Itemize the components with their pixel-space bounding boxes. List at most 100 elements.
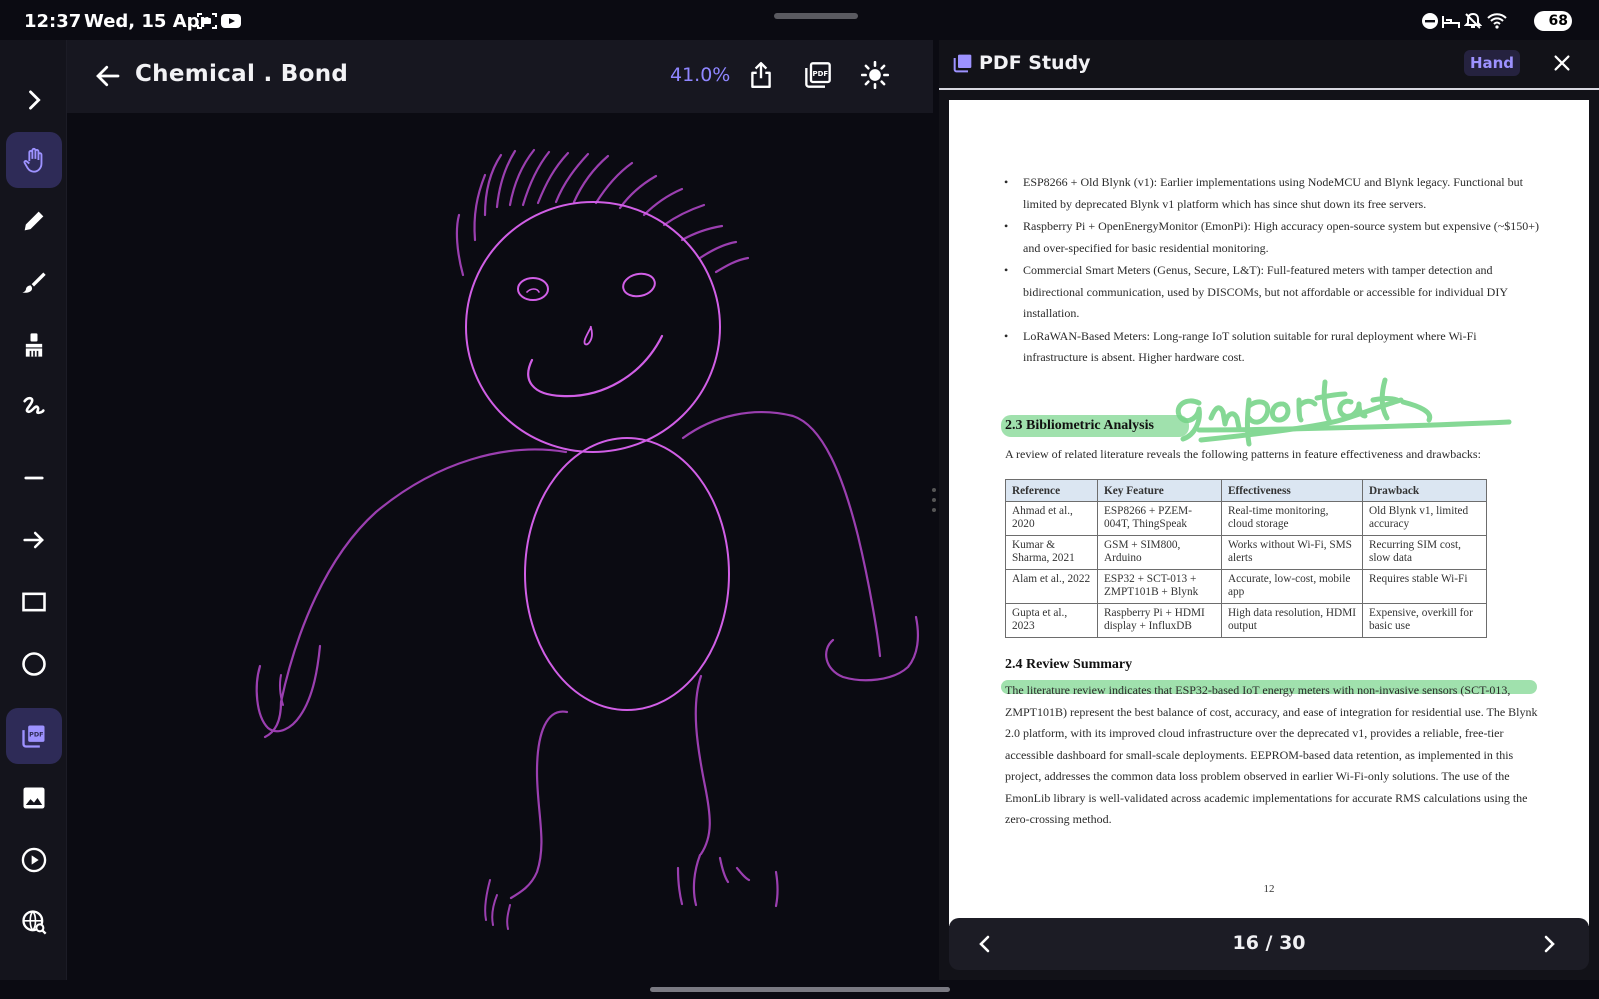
table-cell: Accurate, low-cost, mobile app: [1221, 569, 1363, 604]
arrow-tool-button[interactable]: [6, 512, 62, 568]
status-time: 12:37: [24, 11, 82, 32]
export-pdf-button[interactable]: PDF: [801, 58, 835, 92]
zoom-level[interactable]: 41.0%: [670, 64, 730, 86]
hand-icon: [23, 147, 43, 173]
sun-icon: [861, 61, 889, 89]
pdf-tool-button[interactable]: PDF: [6, 708, 62, 764]
share-icon: [751, 61, 771, 89]
table-cell: Old Blynk v1, limited accuracy: [1362, 501, 1487, 536]
chevron-right-icon[interactable]: [1537, 932, 1561, 956]
line-icon: [24, 476, 44, 480]
eraser-tool-button[interactable]: [6, 317, 62, 373]
brush-tool-button[interactable]: [6, 255, 62, 311]
table-row: Kumar & Sharma, 2021 GSM + SIM800, Ardui…: [1005, 535, 1487, 570]
rectangle-icon: [22, 592, 46, 612]
brush-icon: [22, 272, 46, 293]
scribble-icon: [23, 396, 45, 415]
pen-tool-button[interactable]: [6, 193, 62, 249]
table-cell: Recurring SIM cost, slow data: [1362, 535, 1487, 570]
page-navigation: 16 / 30: [949, 918, 1589, 970]
theme-toggle-button[interactable]: [858, 58, 892, 92]
table-cell: High data resolution, HDMI output: [1221, 603, 1363, 638]
bullet-item: LoRaWAN-Based Meters: Long-range IoT sol…: [1004, 326, 1543, 369]
bullet-item: ESP8266 + Old Blynk (v1): Earlier implem…: [1004, 172, 1543, 215]
circle-icon: [22, 652, 46, 676]
hand-tool-button[interactable]: [6, 132, 62, 188]
summary-paragraph: The literature review indicates that ESP…: [1005, 683, 1538, 826]
pdf-study-panel: PDF Study Hand ESP8266 + Old Blynk (v1):…: [939, 40, 1599, 980]
section-intro: A review of related literature reveals t…: [1005, 447, 1481, 461]
battery-level: 68: [1548, 13, 1568, 29]
multitask-handle[interactable]: [774, 13, 858, 19]
pdf-export-icon: PDF: [805, 62, 831, 88]
image-icon: [23, 787, 45, 809]
home-indicator[interactable]: [650, 987, 950, 992]
column-header: Key Feature: [1097, 479, 1222, 502]
share-button[interactable]: [744, 58, 778, 92]
youtube-icon: [221, 14, 241, 28]
mode-chip[interactable]: Hand: [1464, 50, 1520, 76]
table-cell: Raspberry Pi + HDMI display + InfluxDB: [1097, 603, 1222, 638]
wifi-icon: [1487, 13, 1507, 29]
page-counter: 16 / 30: [1232, 932, 1306, 954]
table-cell: ESP32 + SCT-013 + ZMPT101B + Blynk: [1097, 569, 1222, 604]
page-number: 12: [1263, 883, 1275, 895]
table-cell: GSM + SIM800, Arduino: [1097, 535, 1222, 570]
arrow-right-icon: [23, 531, 44, 549]
close-icon[interactable]: [1551, 52, 1573, 74]
panel-header: PDF Study Hand: [939, 40, 1599, 90]
table-row: Gupta et al., 2023 Raspberry Pi + HDMI d…: [1005, 603, 1487, 638]
column-header: Effectiveness: [1221, 479, 1363, 502]
bedtime-icon: [1442, 16, 1460, 28]
pencil-icon: [24, 211, 44, 231]
pdf-icon: PDF: [22, 725, 45, 748]
scribble-tool-button[interactable]: [6, 379, 62, 435]
image-tool-button[interactable]: [6, 770, 62, 826]
eraser-icon: [25, 333, 43, 357]
table-cell: Expensive, overkill for basic use: [1362, 603, 1487, 638]
torso-outline: [524, 437, 730, 711]
table-cell: Requires stable Wi-Fi: [1362, 569, 1487, 604]
play-icon: [21, 847, 47, 873]
column-header: Reference: [1005, 479, 1098, 502]
web-search-tool-button[interactable]: [6, 894, 62, 950]
table-cell: Gupta et al., 2023: [1005, 603, 1098, 638]
table-cell: ESP8266 + PZEM-004T, ThingSpeak: [1097, 501, 1222, 536]
bullet-item: Commercial Smart Meters (Genus, Secure, …: [1004, 260, 1543, 325]
tool-rail: PDF: [0, 40, 67, 980]
pdf-page[interactable]: ESP8266 + Old Blynk (v1): Earlier implem…: [949, 100, 1589, 926]
table-header-row: Reference Key Feature Effectiveness Draw…: [1005, 479, 1487, 502]
play-tool-button[interactable]: [6, 832, 62, 888]
line-tool-button[interactable]: [6, 450, 62, 506]
circle-tool-button[interactable]: [6, 636, 62, 692]
panel-title: PDF Study: [979, 52, 1091, 74]
table-cell: Real-time monitoring, cloud storage: [1221, 501, 1363, 536]
expand-rail-button[interactable]: [6, 72, 62, 128]
svg-text:PDF: PDF: [29, 731, 43, 739]
table-cell: Alam et al., 2022: [1005, 569, 1098, 604]
hair-strokes: [455, 148, 750, 277]
svg-text:PDF: PDF: [812, 70, 828, 78]
globe-search-icon: [22, 910, 47, 935]
stick-figure-drawing: [255, 148, 919, 930]
bullet-item: Raspberry Pi + OpenEnergyMonitor (EmonPi…: [1004, 216, 1543, 259]
back-arrow-icon[interactable]: [93, 61, 123, 91]
drawing-canvas[interactable]: [67, 113, 933, 980]
pdf-icon: [953, 54, 972, 73]
section-heading: 2.3 Bibliometric Analysis: [1005, 418, 1154, 433]
rectangle-tool-button[interactable]: [6, 574, 62, 630]
reference-table: Reference Key Feature Effectiveness Draw…: [1005, 479, 1487, 638]
split-handle-icon[interactable]: [931, 485, 937, 515]
section-heading: 2.4 Review Summary: [1005, 657, 1133, 672]
dnd-icon: [1422, 13, 1438, 29]
status-date: Wed, 15 Apr: [84, 11, 209, 32]
status-bar: 12:37 Wed, 15 Apr 68: [0, 0, 1599, 40]
chevron-right-icon: [29, 90, 41, 110]
table-row: Ahmad et al., 2020 ESP8266 + PZEM-004T, …: [1005, 501, 1487, 536]
table-row: Alam et al., 2022 ESP32 + SCT-013 + ZMPT…: [1005, 569, 1487, 604]
table-cell: Works without Wi-Fi, SMS alerts: [1221, 535, 1363, 570]
table-cell: Kumar & Sharma, 2021: [1005, 535, 1098, 570]
bullet-list: ESP8266 + Old Blynk (v1): Earlier implem…: [1004, 172, 1543, 370]
table-cell: Ahmad et al., 2020: [1005, 501, 1098, 536]
document-title[interactable]: Chemical . Bond: [135, 61, 348, 87]
